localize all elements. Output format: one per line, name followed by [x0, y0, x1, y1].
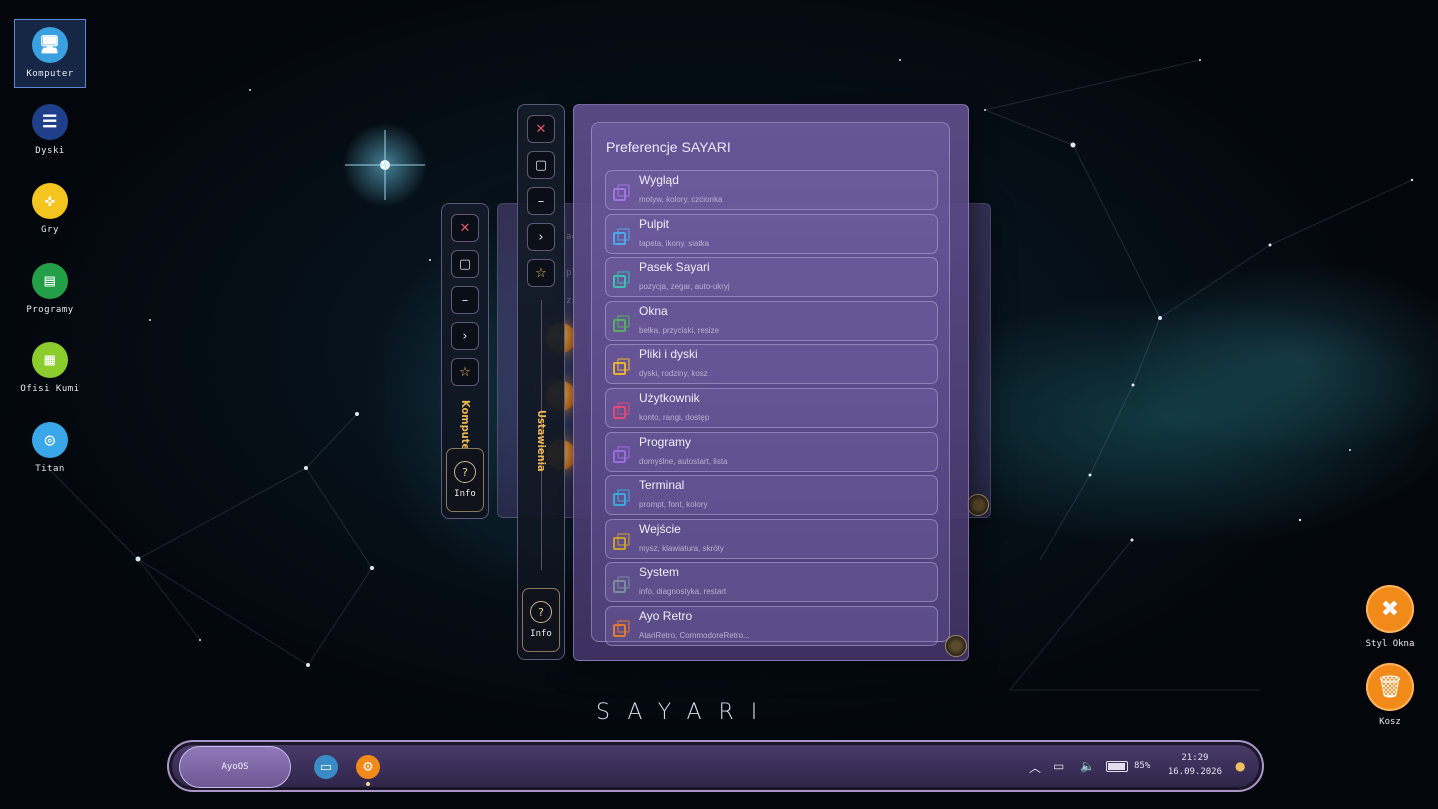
close-button[interactable]: ✕: [527, 115, 555, 143]
preference-name: Wygląd: [639, 173, 679, 187]
maximize-button[interactable]: ▢: [451, 250, 479, 278]
preference-description: motyw, kolory, czcionka: [639, 195, 723, 204]
preferences-panel: Preferencje SAYARI Wygląd motyw, kolory, …: [591, 122, 950, 646]
preference-name: Ayo Retro: [639, 609, 693, 623]
preference-item[interactable]: Użytkownik konto, rangi, dostęp: [605, 388, 938, 428]
preference-description: pozycja, zegar, auto-ukryj: [639, 282, 730, 292]
preference-icon: [613, 620, 630, 637]
battery-percent: 85%: [1134, 761, 1151, 771]
close-button[interactable]: ✕: [451, 214, 479, 242]
preference-item[interactable]: Terminal prompt, font, kolory: [605, 475, 938, 516]
preference-name: Programy: [639, 434, 692, 449]
preference-icon: [613, 445, 630, 463]
desktop-icon-styl-okna[interactable]: ✖ Styl Okna: [1355, 585, 1425, 649]
desktop-icon-programy[interactable]: ▤ Programy: [14, 263, 86, 315]
minimize-button[interactable]: –: [451, 286, 479, 314]
next-button[interactable]: ›: [451, 322, 479, 350]
preference-name: Terminal: [639, 478, 685, 493]
preference-description: info, diagnostyka, restart: [639, 587, 727, 597]
preference-item[interactable]: System info, diagnostyka, restart: [605, 562, 938, 603]
preference-name: Pulpit: [639, 216, 670, 231]
network-icon[interactable]: ▭: [1053, 759, 1064, 773]
window-vertical-title: Ustawienia: [535, 410, 548, 472]
battery-icon[interactable]: [1106, 761, 1128, 772]
tray-chevron-up-icon[interactable]: ︿: [1029, 759, 1041, 776]
info-button[interactable]: ? Info: [446, 448, 484, 512]
minimize-button[interactable]: –: [527, 187, 555, 215]
preference-icon: [613, 314, 630, 332]
desktop-icon-gry[interactable]: ✜ Gry: [14, 183, 86, 235]
preference-item[interactable]: Wygląd motyw, kolory, czcionka: [605, 170, 938, 210]
office-icon: ▦: [32, 342, 68, 378]
ustawienia-window-sidebar: ✕ ▢ – › ☆ Ustawienia ? Info: [517, 104, 565, 660]
desktop-icon-titan[interactable]: ◎ Titan: [14, 422, 86, 474]
disks-icon: ☰: [32, 104, 68, 140]
preference-description: AtariRetro, CommodoreRetro...: [639, 631, 750, 640]
computer-icon: 🖥: [32, 27, 68, 63]
desktop-icon-komputer[interactable]: 🖥 Komputer: [14, 19, 86, 88]
preference-icon: [613, 532, 630, 550]
preference-icon: [613, 402, 630, 419]
info-button[interactable]: ? Info: [522, 588, 560, 652]
preferences-title: Preferencje SAYARI: [606, 139, 731, 155]
preference-description: mysz, klawiatura, skróty: [639, 543, 724, 553]
resize-grip[interactable]: [945, 635, 967, 657]
preference-description: prompt, font, kolory: [639, 500, 708, 510]
preference-icon: [613, 184, 630, 201]
volume-icon[interactable]: 🔈: [1080, 759, 1095, 773]
preference-item[interactable]: Wejście mysz, klawiatura, skróty: [605, 518, 938, 559]
clock[interactable]: 21:29 16.09.2026: [1168, 751, 1222, 779]
info-icon: ?: [454, 461, 476, 483]
tools-icon: ✖: [1366, 585, 1414, 633]
preference-item[interactable]: Okna belka, przyciski, resize: [605, 300, 938, 341]
preference-icon: [613, 576, 630, 594]
preference-icon: [613, 227, 630, 245]
taskbar-app-settings-icon[interactable]: ⚙: [356, 755, 380, 779]
active-indicator: [366, 782, 370, 786]
preference-name: Wejście: [639, 521, 681, 536]
preference-icon: [613, 358, 630, 376]
desktop-icon-kosz[interactable]: 🗑 Kosz: [1355, 663, 1425, 727]
trash-icon: 🗑: [1366, 663, 1414, 711]
preference-description: tapeta, ikony, siatka: [639, 238, 710, 248]
preference-description: dyski, rodziny, kosz: [639, 369, 708, 379]
preference-name: Pasek Sayari: [639, 260, 710, 275]
maximize-button[interactable]: ▢: [527, 151, 555, 179]
preference-description: domyślne, autostart, lista: [639, 456, 728, 466]
preference-description: konto, rangi, dostęp: [639, 413, 710, 422]
preference-name: System: [639, 565, 680, 580]
info-icon: ?: [530, 601, 552, 623]
taskbar-app-computer-icon[interactable]: ▭: [314, 755, 338, 779]
preference-name: Okna: [639, 303, 668, 318]
window-vertical-title: Komputer: [459, 400, 472, 456]
preference-icon: [613, 271, 630, 289]
preference-name: Pliki i dyski: [639, 347, 698, 362]
preference-icon: [613, 489, 630, 507]
desktop-icon-ofisi-kumi[interactable]: ▦ Ofisi Kumi: [14, 342, 86, 394]
start-button[interactable]: AyoOS: [179, 746, 291, 788]
brand-logo-text: SAYARI: [596, 700, 775, 725]
resize-grip[interactable]: [967, 494, 989, 516]
gamepad-icon: ✜: [32, 183, 68, 219]
preference-item[interactable]: Pulpit tapeta, ikony, siatka: [605, 213, 938, 254]
favorite-button[interactable]: ☆: [451, 358, 479, 386]
taskbar: AyoOS ▭ ⚙ ︿ ▭ 🔈 85% 21:29 16.09.2026 ●: [167, 740, 1264, 792]
next-button[interactable]: ›: [527, 223, 555, 251]
programs-icon: ▤: [32, 263, 68, 299]
preference-item[interactable]: Ayo Retro AtariRetro, CommodoreRetro...: [605, 606, 938, 646]
notification-icon[interactable]: ●: [1235, 759, 1245, 773]
preference-item[interactable]: Programy domyślne, autostart, lista: [605, 431, 938, 472]
preference-name: Użytkownik: [639, 391, 700, 405]
favorite-button[interactable]: ☆: [527, 259, 555, 287]
desktop-icon-dyski[interactable]: ☰ Dyski: [14, 104, 86, 156]
preference-description: belka, przyciski, resize: [639, 325, 720, 335]
komputer-window-sidebar: ✕ ▢ – › ☆ Komputer ? Info: [441, 203, 489, 519]
preference-item[interactable]: Pasek Sayari pozycja, zegar, auto-ukryj: [605, 257, 938, 298]
preference-item[interactable]: Pliki i dyski dyski, rodziny, kosz: [605, 344, 938, 385]
globe-icon: ◎: [32, 422, 68, 458]
